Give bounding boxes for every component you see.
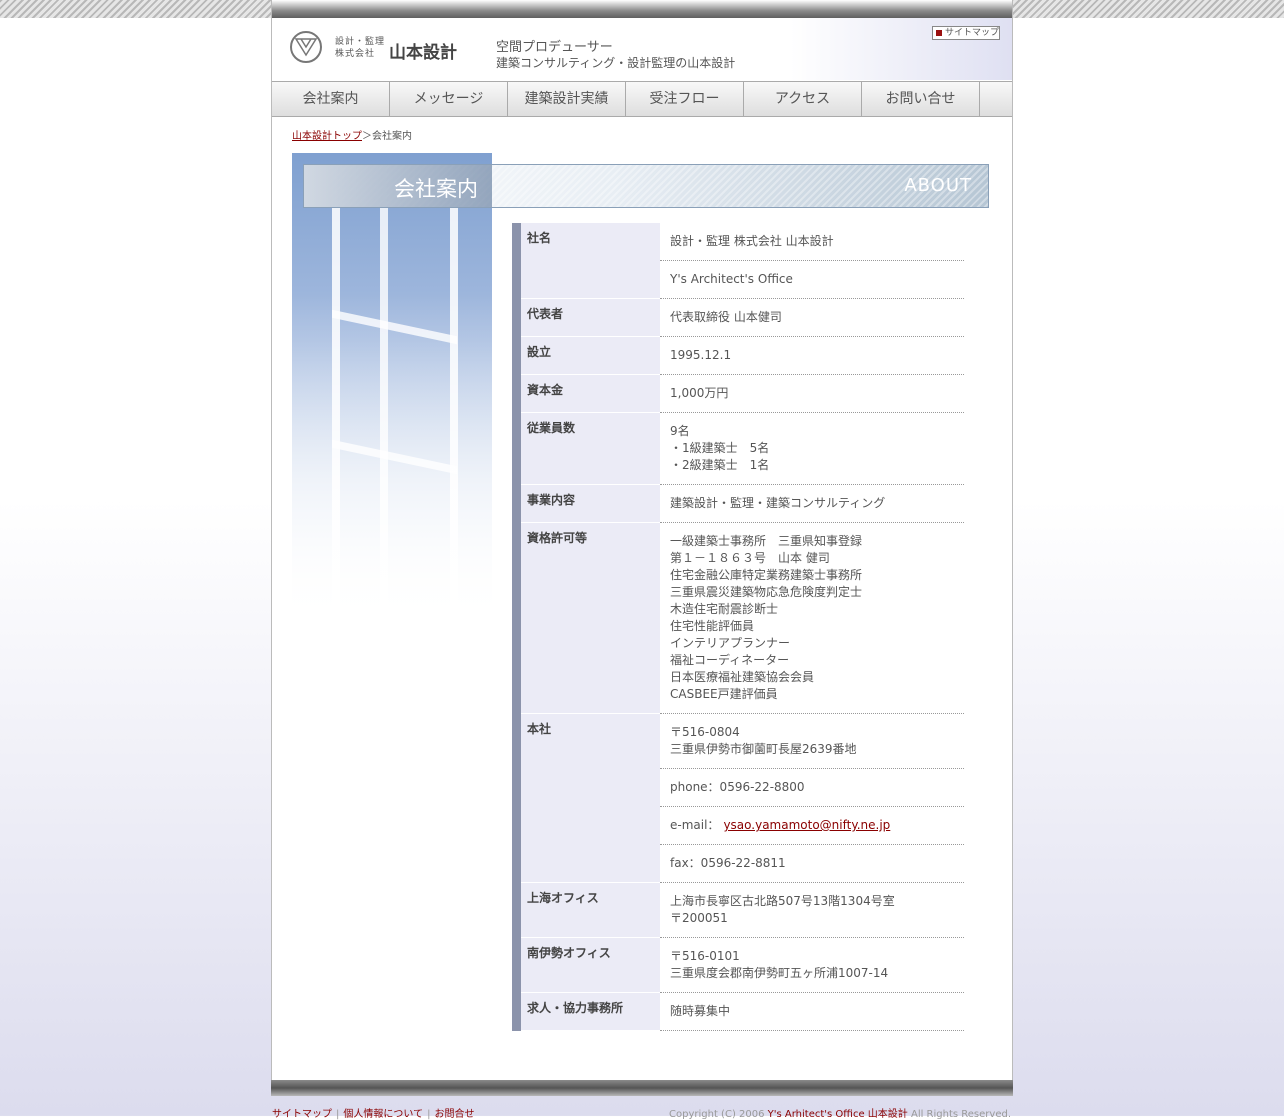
copyright-brand-link[interactable]: Y's Arhitect's Office 山本設計 xyxy=(768,1109,908,1120)
page-title-en: ABOUT xyxy=(904,175,972,196)
info-value: 随時募集中 xyxy=(660,993,964,1031)
main-nav: 会社案内 メッセージ 建築設計実績 受注フロー アクセス お問い合せ xyxy=(272,81,1012,117)
info-row: 資格許可等 一級建築士事務所 三重県知事登録 第１－１８６３号 山本 健司 住宅金融公… xyxy=(521,523,973,714)
info-value: 〒516-0804 三重県伊勢市御薗町長屋2639番地 xyxy=(660,714,964,769)
breadcrumb: 山本設計トップ＞会社案内 xyxy=(292,131,412,142)
info-row: 求人・協力事務所 随時募集中 xyxy=(521,993,973,1031)
breadcrumb-current: 会社案内 xyxy=(372,131,412,142)
info-row: 事業内容 建築設計・監理・建築コンサルティング xyxy=(521,485,973,523)
info-value: phone：0596-22-8800 xyxy=(660,769,964,807)
info-label: 社名 xyxy=(521,223,660,299)
bottom-bar xyxy=(271,1080,1013,1096)
info-label: 求人・協力事務所 xyxy=(521,993,660,1031)
top-bar xyxy=(272,0,1012,18)
info-value: 1,000万円 xyxy=(660,375,964,413)
info-row: 上海オフィス 上海市長寧区古北路507号13階1304号室 〒200051 xyxy=(521,883,973,938)
company-info-table: 社名 設計・監理 株式会社 山本設計 Y's Architect's Office 代… xyxy=(512,223,973,1031)
info-row: 従業員数 9名 ・1級建築士 5名 ・2級建築士 1名 xyxy=(521,413,973,485)
tagline-main: 空間プロデューサー xyxy=(496,40,613,55)
info-label: 資格許可等 xyxy=(521,523,660,714)
info-value: 上海市長寧区古北路507号13階1304号室 〒200051 xyxy=(660,883,964,938)
nav-flow[interactable]: 受注フロー xyxy=(626,82,744,116)
info-label: 設立 xyxy=(521,337,660,375)
breadcrumb-home-link[interactable]: 山本設計トップ xyxy=(292,131,362,142)
info-value: 〒516-0101 三重県度会郡南伊勢町五ヶ所浦1007-14 xyxy=(660,938,964,993)
nav-access[interactable]: アクセス xyxy=(744,82,862,116)
info-label: 代表者 xyxy=(521,299,660,337)
nav-works[interactable]: 建築設計実績 xyxy=(508,82,626,116)
info-row: 代表者 代表取締役 山本健司 xyxy=(521,299,973,337)
nav-contact[interactable]: お問い合せ xyxy=(862,82,980,116)
page-title: 会社案内 xyxy=(394,177,478,201)
info-row: 資本金 1,000万円 xyxy=(521,375,973,413)
logo-name[interactable]: 山本設計 xyxy=(389,38,457,63)
info-row: 本社 〒516-0804 三重県伊勢市御薗町長屋2639番地 phone：0596-2… xyxy=(521,714,973,883)
info-row: 社名 設計・監理 株式会社 山本設計 Y's Architect's Office xyxy=(521,223,973,299)
info-value: 9名 ・1級建築士 5名 ・2級建築士 1名 xyxy=(660,413,964,485)
header: 設計・監理 株式会社 山本設計 空間プロデューサー 建築コンサルティング・設計監… xyxy=(272,18,1012,80)
info-value: 1995.12.1 xyxy=(660,337,964,375)
info-value: 一級建築士事務所 三重県知事登録 第１－１８６３号 山本 健司 住宅金融公庫特定業務… xyxy=(660,523,964,714)
info-label: 資本金 xyxy=(521,375,660,413)
info-label: 従業員数 xyxy=(521,413,660,485)
info-value: 代表取締役 山本健司 xyxy=(660,299,964,337)
sitemap-icon xyxy=(936,30,942,36)
tagline-sub: 建築コンサルティング・設計監理の山本設計 xyxy=(496,56,736,70)
page-container: 設計・監理 株式会社 山本設計 空間プロデューサー 建築コンサルティング・設計監… xyxy=(271,0,1013,1080)
info-row: 設立 1995.12.1 xyxy=(521,337,973,375)
info-value: 設計・監理 株式会社 山本設計 xyxy=(660,223,964,261)
info-label: 上海オフィス xyxy=(521,883,660,938)
company-logo-icon[interactable] xyxy=(290,31,322,63)
info-value: e-mail： ysao.yamamoto@nifty.ne.jp xyxy=(660,807,964,845)
nav-message[interactable]: メッセージ xyxy=(390,82,508,116)
info-value: 建築設計・監理・建築コンサルティング xyxy=(660,485,964,523)
page-title-banner: 会社案内 ABOUT xyxy=(303,164,989,208)
footer-link-privacy[interactable]: 個人情報について xyxy=(343,1109,423,1120)
window-photo xyxy=(292,153,492,623)
copyright: Copyright (C) 2006 Y's Arhitect's Office… xyxy=(669,1109,1011,1120)
info-value: Y's Architect's Office xyxy=(660,261,964,299)
footer-link-contact[interactable]: お問合せ xyxy=(434,1109,474,1120)
info-row: 南伊勢オフィス 〒516-0101 三重県度会郡南伊勢町五ヶ所浦1007-14 xyxy=(521,938,973,993)
email-link[interactable]: ysao.yamamoto@nifty.ne.jp xyxy=(723,818,890,832)
info-label: 本社 xyxy=(521,714,660,883)
info-value: fax：0596-22-8811 xyxy=(660,845,964,883)
logo-subtitle: 設計・監理 株式会社 xyxy=(335,37,386,59)
footer-links: サイトマップ | 個人情報について | お問合せ xyxy=(272,1109,475,1120)
footer-link-sitemap[interactable]: サイトマップ xyxy=(272,1109,332,1120)
info-label: 事業内容 xyxy=(521,485,660,523)
sitemap-button[interactable]: サイトマップ xyxy=(932,26,1000,40)
info-label: 南伊勢オフィス xyxy=(521,938,660,993)
nav-company[interactable]: 会社案内 xyxy=(272,82,390,116)
